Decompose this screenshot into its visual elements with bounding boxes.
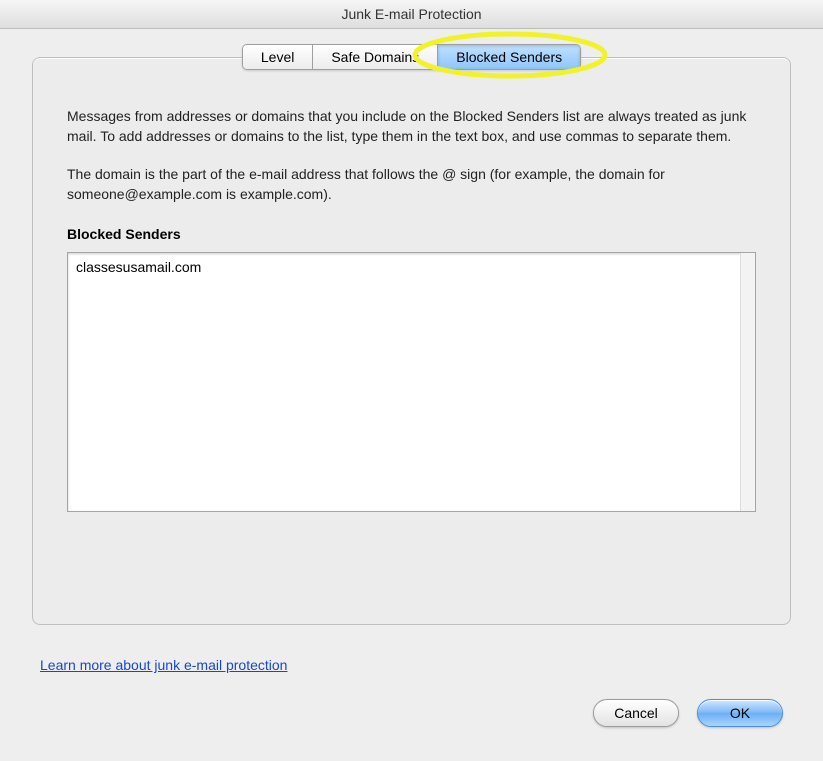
content-group: Messages from addresses or domains that … — [32, 57, 791, 625]
scrollbar[interactable] — [740, 253, 755, 511]
window-title: Junk E-mail Protection — [0, 0, 823, 29]
ok-button[interactable]: OK — [697, 699, 783, 727]
description-text-2: The domain is the part of the e-mail add… — [67, 164, 756, 204]
blocked-senders-label: Blocked Senders — [67, 226, 756, 242]
blocked-senders-textarea[interactable] — [68, 253, 755, 511]
tabs-container: Level Safe Domains Blocked Senders — [0, 44, 823, 70]
tab-level[interactable]: Level — [243, 45, 313, 69]
dialog-buttons: Cancel OK — [593, 699, 783, 727]
tab-safe-domains[interactable]: Safe Domains — [313, 45, 438, 69]
blocked-senders-textbox-wrap — [67, 252, 756, 512]
tab-blocked-senders[interactable]: Blocked Senders — [438, 45, 580, 69]
cancel-button[interactable]: Cancel — [593, 699, 679, 727]
learn-more-link[interactable]: Learn more about junk e-mail protection — [40, 657, 287, 673]
description-text-1: Messages from addresses or domains that … — [67, 106, 756, 146]
junk-email-protection-window: Junk E-mail Protection Level Safe Domain… — [0, 0, 823, 761]
tab-segmented-control: Level Safe Domains Blocked Senders — [242, 44, 581, 70]
